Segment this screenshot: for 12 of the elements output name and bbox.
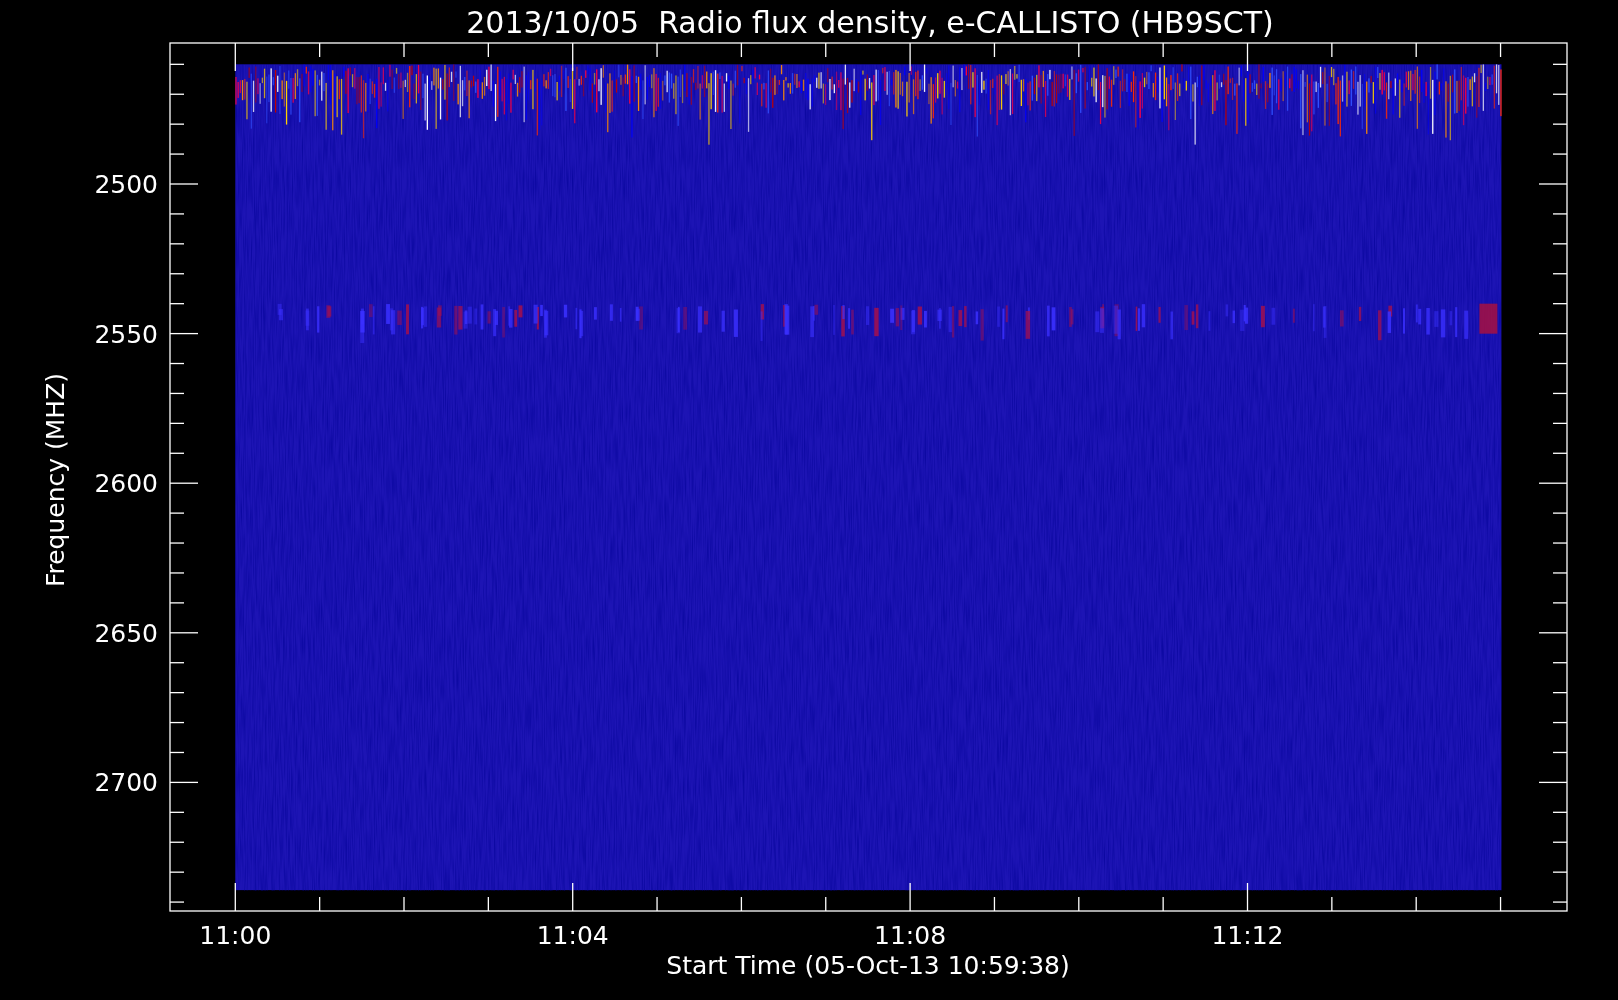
chart-title: 2013/10/05 Radio flux density, e-CALLISTO (HB9SCT) <box>466 5 1274 40</box>
y-axis-label: Frequency (MHZ) <box>41 372 70 588</box>
x-tick-label: 11:04 <box>536 921 609 950</box>
y-tick-label: 2550 <box>94 319 158 349</box>
x-tick-label: 11:12 <box>1211 921 1284 950</box>
x-axis-label: Start Time (05-Oct-13 10:59:38) <box>666 951 1070 980</box>
y-tick-label: 2500 <box>94 170 158 199</box>
x-tick-label: 11:00 <box>199 921 272 950</box>
y-tick-label: 2600 <box>94 469 158 499</box>
y-tick-label: 2650 <box>94 618 158 648</box>
y-tick-label: 2700 <box>94 768 158 798</box>
x-tick-label: 11:08 <box>874 921 947 950</box>
